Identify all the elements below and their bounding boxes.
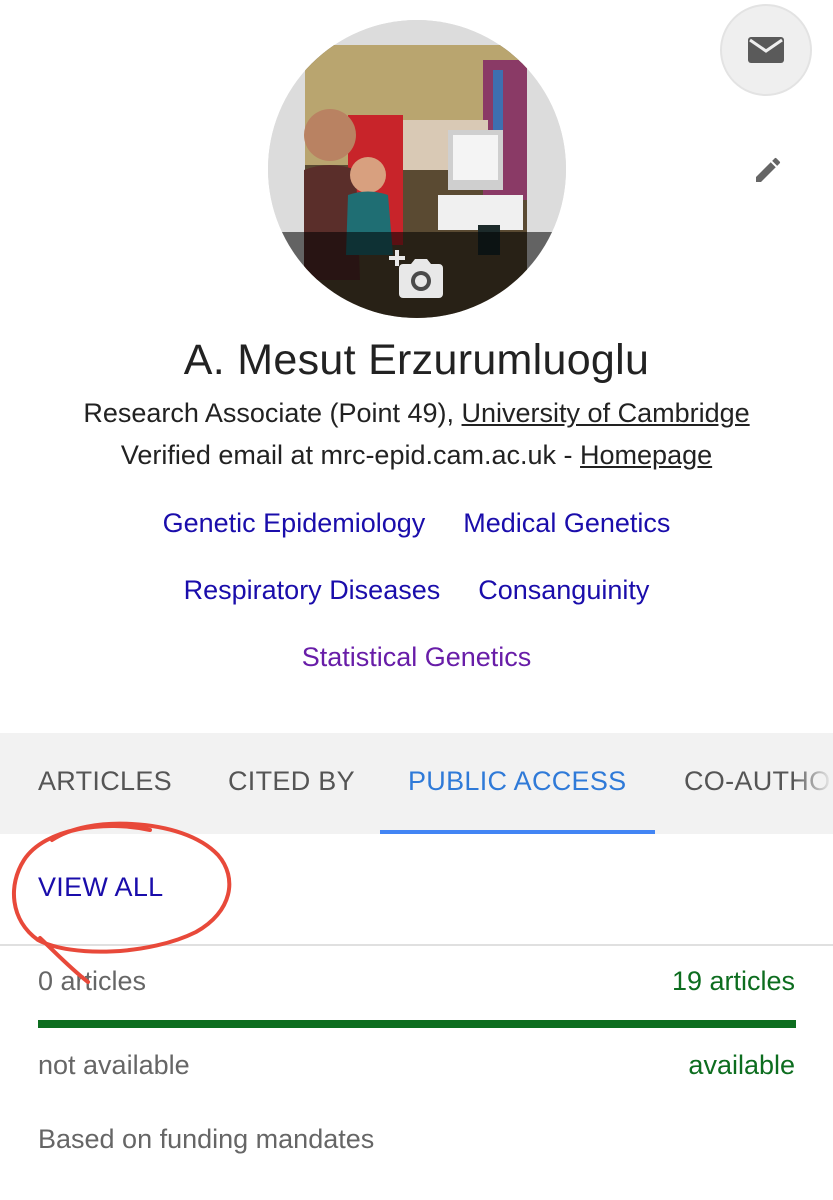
pencil-icon <box>756 157 781 182</box>
available-count: 19 articles <box>671 966 795 996</box>
public-access-bar <box>38 1020 796 1028</box>
profile-affiliation: Research Associate (Point 49), Universit… <box>0 398 833 429</box>
homepage-link[interactable]: Homepage <box>580 440 712 470</box>
profile-tabs: ARTICLES CITED BY PUBLIC ACCESS CO-AUTHO… <box>0 733 833 834</box>
public-access-bar-fill <box>38 1020 796 1028</box>
available-label: available <box>688 1050 795 1080</box>
interest-genetic-epidemiology[interactable]: Genetic Epidemiology <box>163 508 426 575</box>
funding-mandates-note: Based on funding mandates <box>38 1124 375 1154</box>
affiliation-text: Research Associate (Point 49), <box>83 398 462 428</box>
interest-consanguinity[interactable]: Consanguinity <box>478 575 649 642</box>
tab-public-access[interactable]: PUBLIC ACCESS <box>408 733 626 834</box>
section-divider <box>0 944 833 946</box>
add-photo-icon[interactable] <box>389 250 445 300</box>
not-available-count: 0 articles <box>38 966 147 996</box>
tabs-overflow-fade <box>793 733 833 834</box>
verified-email-text: Verified email at mrc-epid.cam.ac.uk - <box>120 440 581 470</box>
not-available-label: not available <box>38 1050 190 1080</box>
profile-photo[interactable] <box>268 20 566 318</box>
affiliation-link[interactable]: University of Cambridge <box>462 398 750 428</box>
email-button[interactable] <box>720 4 812 96</box>
profile-email: Verified email at mrc-epid.cam.ac.uk - H… <box>0 440 833 471</box>
profile-name: A. Mesut Erzurumluoglu <box>183 336 650 384</box>
interest-statistical-genetics[interactable]: Statistical Genetics <box>302 642 532 709</box>
tab-cited-by[interactable]: CITED BY <box>228 733 355 834</box>
interest-respiratory-diseases[interactable]: Respiratory Diseases <box>184 575 441 642</box>
edit-profile-button[interactable] <box>744 146 792 194</box>
mail-icon <box>748 37 784 63</box>
active-tab-indicator <box>380 830 655 834</box>
view-all-link[interactable]: VIEW ALL <box>38 872 163 903</box>
interest-medical-genetics[interactable]: Medical Genetics <box>463 508 670 575</box>
tab-articles[interactable]: ARTICLES <box>38 733 172 834</box>
research-interests: Genetic Epidemiology Medical Genetics Re… <box>0 508 833 709</box>
